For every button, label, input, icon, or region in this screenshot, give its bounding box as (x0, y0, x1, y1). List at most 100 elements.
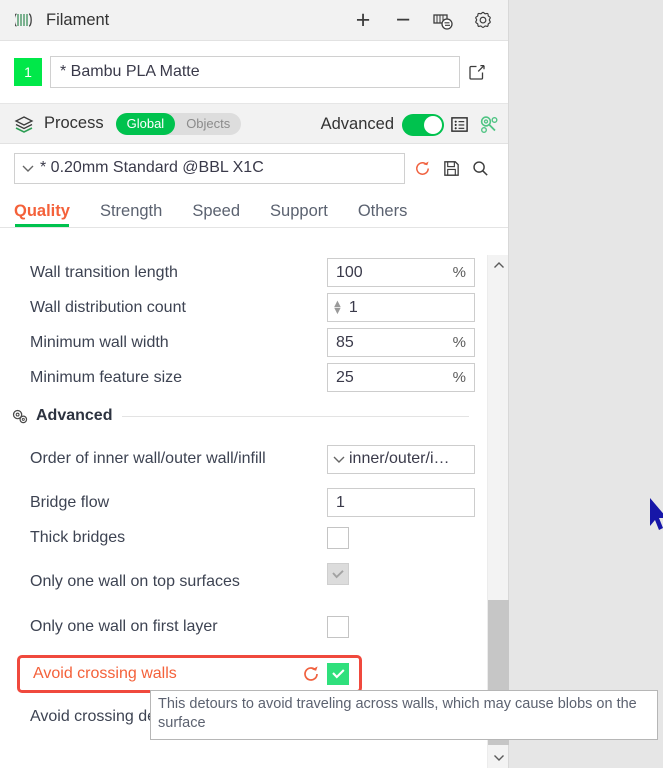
setting-label: Avoid crossing walls (33, 665, 177, 682)
category-tabs: Quality Strength Speed Support Others (0, 192, 508, 228)
dropdown-value: inner/outer/i… (349, 450, 450, 467)
filament-title: Filament (46, 10, 110, 29)
setting-control: 25 % (327, 363, 475, 392)
mouse-cursor-icon (648, 496, 663, 542)
compare-presets-icon[interactable] (475, 110, 502, 140)
setting-row-minimum-wall-width: Minimum wall width 85 % (0, 325, 487, 360)
group-header-advanced: Advanced (0, 399, 487, 433)
setting-label: Bridge flow (30, 493, 110, 511)
input-value: 1 (336, 493, 345, 511)
group-divider (122, 415, 469, 417)
advanced-toggle[interactable] (402, 113, 444, 136)
setting-control (327, 563, 475, 585)
group-title: Advanced (36, 407, 113, 424)
tab-strength[interactable]: Strength (100, 202, 162, 227)
setting-control: 1 (327, 488, 475, 517)
filament-name-field[interactable]: * Bambu PLA Matte (50, 56, 460, 88)
setting-row-wall-order: Order of inner wall/outer wall/infill in… (0, 433, 487, 485)
stepper-arrows-icon[interactable]: ▲ ▼ (332, 298, 343, 316)
preset-dropdown[interactable]: * 0.20mm Standard @BBL X1C (14, 152, 405, 184)
input-unit: % (452, 369, 466, 386)
scope-global-button[interactable]: Global (115, 112, 176, 135)
chevron-down-icon (21, 163, 35, 173)
process-header: Process Global Objects Advanced (0, 103, 508, 144)
input-unit: % (452, 334, 466, 351)
search-icon[interactable] (467, 153, 494, 183)
setting-control (301, 663, 349, 685)
only-one-wall-first-layer-checkbox[interactable] (327, 615, 349, 638)
advanced-gear-icon (10, 407, 29, 426)
wall-order-dropdown[interactable]: inner/outer/i… (327, 444, 475, 474)
thick-bridges-checkbox[interactable] (327, 526, 349, 549)
setting-control (327, 615, 475, 638)
setting-control: 100 % (327, 258, 475, 287)
setting-row-wall-distribution-count: Wall distribution count ▲ ▼ 1 (0, 290, 487, 325)
reset-icon[interactable] (409, 153, 436, 183)
toggle-knob (424, 115, 442, 134)
preset-row: * 0.20mm Standard @BBL X1C (0, 144, 508, 192)
tooltip: This detours to avoid traveling across w… (150, 690, 658, 741)
wall-transition-length-input[interactable]: 100 % (327, 258, 475, 287)
plus-icon: + (355, 6, 371, 34)
process-title: Process (44, 114, 104, 132)
remove-filament-button[interactable]: − (384, 2, 422, 40)
input-value: 85 (336, 333, 354, 351)
input-value: 100 (336, 263, 363, 281)
tab-support[interactable]: Support (270, 202, 328, 227)
input-unit: % (452, 264, 466, 281)
save-icon[interactable] (438, 153, 465, 183)
filament-index-badge[interactable]: 1 (14, 58, 42, 86)
minimum-wall-width-input[interactable]: 85 % (327, 328, 475, 357)
setting-row-avoid-crossing-walls[interactable]: Avoid crossing walls (17, 655, 362, 693)
avoid-crossing-walls-checkbox[interactable] (327, 663, 349, 685)
app-window: Filament + − 1 * Bambu PLA Matte Process… (0, 0, 663, 768)
tooltip-text: This detours to avoid traveling across w… (158, 696, 637, 732)
filament-swap-icon[interactable] (424, 2, 462, 40)
edit-icon[interactable] (460, 63, 494, 81)
settings-panel: Filament + − 1 * Bambu PLA Matte Process… (0, 0, 509, 768)
tab-quality[interactable]: Quality (14, 202, 70, 227)
setting-control: 85 % (327, 328, 475, 357)
filament-header: Filament + − (0, 0, 508, 41)
bridge-flow-input[interactable]: 1 (327, 488, 475, 517)
filament-actions: + − (344, 0, 502, 41)
setting-control (327, 526, 475, 549)
minus-icon: − (395, 6, 411, 34)
tab-speed[interactable]: Speed (192, 202, 240, 227)
setting-label: Order of inner wall/outer wall/infill (30, 450, 266, 468)
minimum-feature-size-input[interactable]: 25 % (327, 363, 475, 392)
setting-label: Minimum wall width (30, 333, 169, 351)
process-header-actions (446, 104, 502, 145)
setting-label: Only one wall on first layer (30, 617, 218, 635)
scope-objects-button[interactable]: Objects (175, 113, 241, 135)
setting-control: inner/outer/i… (327, 444, 475, 474)
gear-icon[interactable] (464, 2, 502, 40)
wall-distribution-count-stepper[interactable]: ▲ ▼ 1 (327, 293, 475, 322)
setting-row-wall-transition-length: Wall transition length 100 % (0, 255, 487, 290)
scope-segmented-control: Global Objects (115, 112, 242, 135)
add-filament-button[interactable]: + (344, 2, 382, 40)
setting-row-minimum-feature-size: Minimum feature size 25 % (0, 360, 487, 395)
setting-label: Wall transition length (30, 263, 178, 281)
setting-row-only-one-wall-first-layer: Only one wall on first layer (0, 609, 487, 644)
advanced-toggle-group: Advanced (321, 104, 444, 145)
input-value: 1 (348, 298, 358, 316)
filament-spool-icon (14, 10, 36, 30)
scroll-down-button[interactable] (488, 747, 509, 768)
filament-selector-row: 1 * Bambu PLA Matte (0, 41, 508, 103)
setting-control: ▲ ▼ 1 (327, 293, 475, 322)
advanced-label: Advanced (320, 115, 394, 133)
scroll-up-button[interactable] (488, 255, 509, 276)
setting-row-only-one-wall-top: Only one wall on top surfaces (0, 555, 487, 609)
setting-label: Minimum feature size (30, 368, 183, 386)
list-icon[interactable] (446, 110, 473, 140)
reset-icon[interactable] (301, 664, 321, 684)
input-value: 25 (336, 368, 354, 386)
chevron-down-icon (332, 454, 346, 464)
only-one-wall-top-checkbox[interactable] (327, 563, 349, 585)
setting-label: Only one wall on top surfaces (30, 573, 240, 591)
preset-value: * 0.20mm Standard @BBL X1C (40, 159, 264, 176)
tab-others[interactable]: Others (358, 202, 408, 227)
setting-row-bridge-flow: Bridge flow 1 (0, 485, 487, 520)
preset-actions (409, 153, 494, 183)
